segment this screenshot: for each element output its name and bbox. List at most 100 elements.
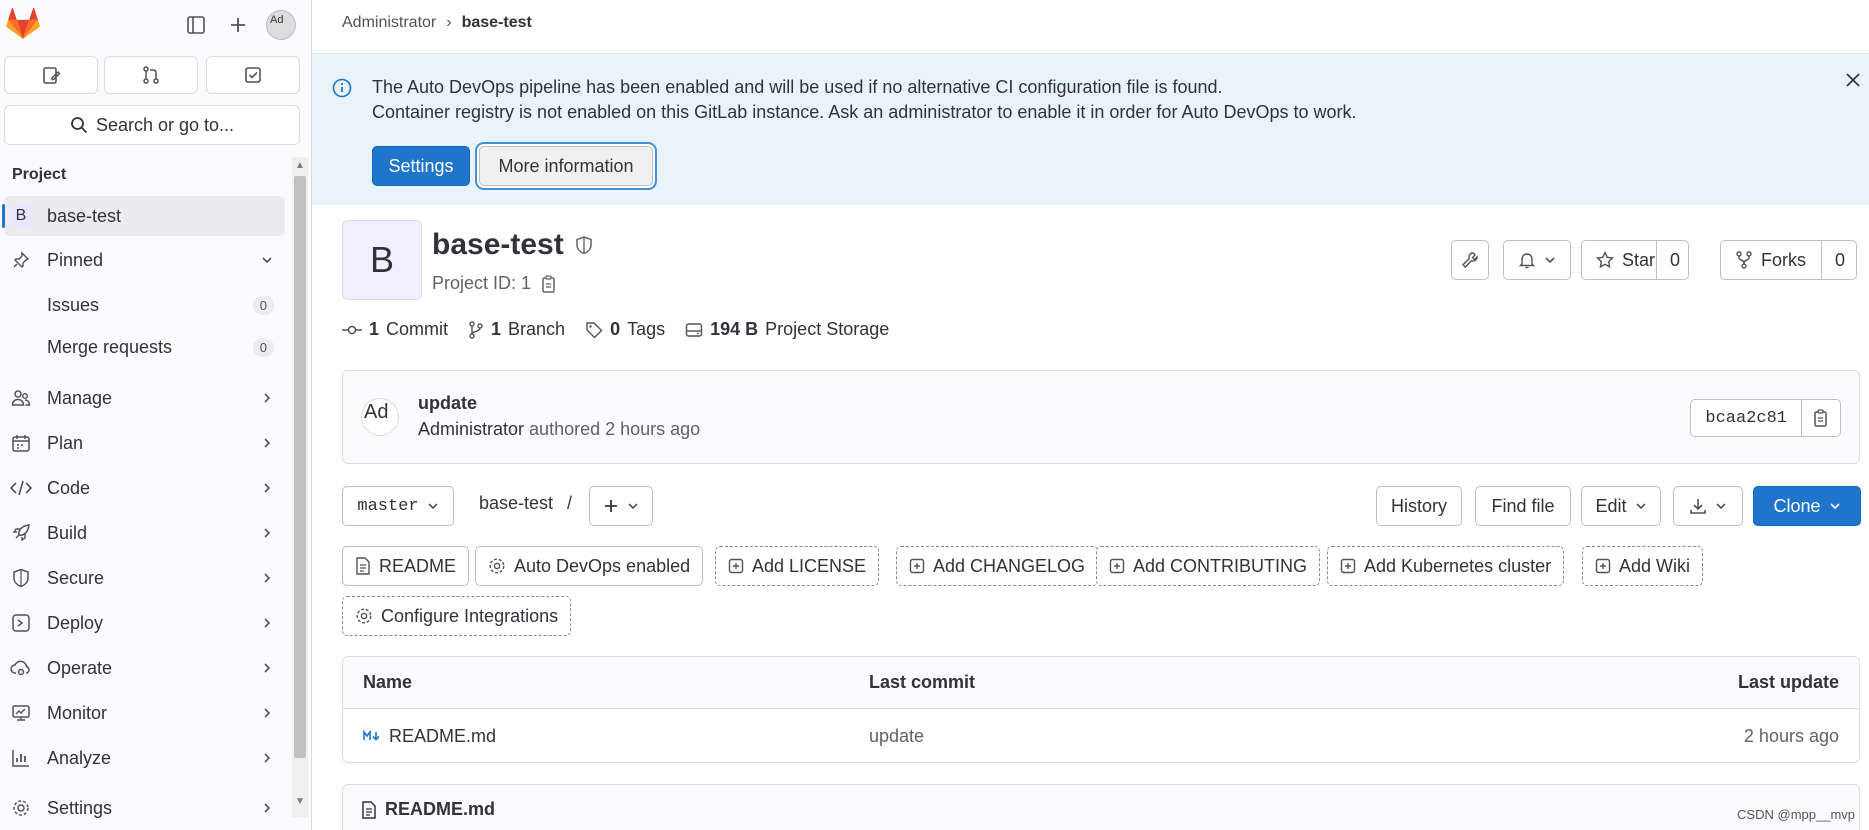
- app-window: Ad Search or go to... Project B base-tes…: [0, 0, 1869, 830]
- merge-requests-count-badge: 0: [252, 337, 274, 357]
- plus-icon: [605, 500, 617, 512]
- add-to-tree-dropdown[interactable]: [589, 486, 653, 526]
- sidebar-item-issues[interactable]: Issues 0: [0, 285, 286, 325]
- branches-stat-link[interactable]: 1 Branch: [468, 319, 565, 340]
- edit-dropdown[interactable]: Edit: [1581, 486, 1661, 526]
- commit-author-link[interactable]: Administrator: [418, 419, 524, 439]
- calendar-icon: [10, 432, 32, 454]
- watermark: CSDN @mpp__mvp: [1737, 807, 1855, 822]
- alert-message-line2: Container registry is not enabled on thi…: [372, 102, 1357, 122]
- tags-stat-link[interactable]: 0 Tags: [585, 319, 665, 340]
- rocket-icon: [10, 522, 32, 544]
- sidebar-item-manage[interactable]: Manage: [0, 378, 286, 418]
- button-label: Edit: [1595, 495, 1627, 516]
- merge-requests-button[interactable]: [104, 56, 198, 94]
- tag-icon: [586, 321, 603, 338]
- scroll-down-arrow-icon[interactable]: ▼: [294, 796, 306, 808]
- add-wiki-shortcut[interactable]: Add Wiki: [1582, 546, 1704, 586]
- readme-title-link[interactable]: README.md: [361, 799, 495, 820]
- add-contributing-shortcut[interactable]: Add CONTRIBUTING: [1096, 546, 1321, 586]
- sidebar-item-code[interactable]: Code: [0, 468, 286, 508]
- table-row[interactable]: README.md update 2 hours ago: [343, 709, 1859, 762]
- project-stats: 1 Commit 1 Branch 0 Tags 194 B Project Stora…: [342, 319, 889, 340]
- file-last-commit-link[interactable]: update: [869, 709, 924, 762]
- commit-title-link[interactable]: update: [418, 393, 477, 414]
- chevron-right-icon: [260, 751, 274, 765]
- commits-stat-link[interactable]: 1 Commit: [342, 319, 448, 340]
- project-avatar: B: [342, 220, 422, 300]
- sidebar-item-deploy[interactable]: Deploy: [0, 603, 286, 643]
- admin-settings-button[interactable]: [1451, 240, 1489, 280]
- alert-settings-button[interactable]: Settings: [372, 146, 470, 186]
- notifications-dropdown[interactable]: [1503, 240, 1571, 280]
- sidebar-item-label: Analyze: [47, 747, 112, 768]
- markdown-file-icon: [363, 730, 380, 741]
- forks-button[interactable]: Forks 0: [1720, 240, 1857, 280]
- sidebar-item-plan[interactable]: Plan: [0, 423, 286, 463]
- assigned-issues-button[interactable]: [4, 56, 98, 94]
- wrench-icon: [1462, 252, 1478, 268]
- main-content: Administrator › base-test The Auto DevOp…: [312, 0, 1869, 830]
- sidebar-item-label: Build: [47, 522, 88, 543]
- plus-square-icon: [1595, 558, 1611, 574]
- commit-icon: [342, 325, 362, 334]
- add-license-shortcut[interactable]: Add LICENSE: [715, 546, 880, 586]
- sidebar-item-label: Issues: [47, 294, 100, 315]
- copy-sha-button[interactable]: [1802, 400, 1840, 436]
- commit-sha-link[interactable]: bcaa2c81: [1691, 400, 1802, 436]
- sidebar-item-monitor[interactable]: Monitor: [0, 693, 286, 733]
- add-kubernetes-cluster-shortcut[interactable]: Add Kubernetes cluster: [1327, 546, 1565, 586]
- branch-selector[interactable]: master: [342, 486, 454, 526]
- search-button[interactable]: Search or go to...: [4, 105, 300, 145]
- sidebar-item-label: Deploy: [47, 612, 104, 633]
- forks-count: 0: [1835, 249, 1846, 270]
- project-title: base-test: [432, 228, 594, 262]
- sidebar-item-merge-requests[interactable]: Merge requests 0: [0, 327, 286, 367]
- commit-author-avatar[interactable]: Ad: [361, 398, 399, 436]
- user-avatar[interactable]: Ad: [266, 10, 296, 40]
- column-header-last-commit: Last commit: [869, 672, 976, 692]
- sidebar-item-settings[interactable]: Settings: [0, 788, 286, 828]
- chevron-right-icon: [260, 661, 274, 675]
- breadcrumb-parent-link[interactable]: Administrator: [342, 14, 436, 32]
- settings-icon: [489, 558, 505, 574]
- sidebar-item-project[interactable]: B base-test: [2, 196, 285, 236]
- readme-shortcut[interactable]: README: [342, 546, 470, 586]
- file-icon: [362, 800, 376, 819]
- configure-integrations-shortcut[interactable]: Configure Integrations: [342, 596, 572, 636]
- file-name-link[interactable]: README.md: [363, 709, 496, 762]
- todos-button[interactable]: [206, 56, 300, 94]
- sidebar-item-pinned[interactable]: Pinned: [0, 240, 286, 280]
- sidebar-scrollbar-thumb[interactable]: [294, 176, 306, 758]
- chevron-right-icon: [260, 801, 274, 815]
- cloud-gear-icon: [10, 657, 32, 679]
- visibility-shield-icon[interactable]: [574, 235, 594, 255]
- find-file-button[interactable]: Find file: [1475, 486, 1571, 526]
- copy-icon[interactable]: [541, 274, 557, 293]
- commit-meta: Administrator authored 2 hours ago: [418, 419, 700, 440]
- branch-name: master: [357, 496, 419, 516]
- auto-devops-shortcut[interactable]: Auto DevOps enabled: [475, 546, 704, 586]
- sidebar-item-secure[interactable]: Secure: [0, 558, 286, 598]
- plus-icon[interactable]: [225, 12, 251, 38]
- plus-square-icon: [1340, 558, 1356, 574]
- sidebar-item-build[interactable]: Build: [0, 513, 286, 553]
- more-information-button[interactable]: More information: [479, 146, 653, 186]
- close-icon[interactable]: [1845, 72, 1861, 88]
- storage-stat[interactable]: 194 B Project Storage: [685, 319, 889, 340]
- sidebar-item-operate[interactable]: Operate: [0, 648, 286, 688]
- add-changelog-shortcut[interactable]: Add CHANGELOG: [896, 546, 1099, 586]
- breadcrumb-current[interactable]: base-test: [462, 14, 532, 32]
- repo-path-root-link[interactable]: base-test: [479, 493, 553, 514]
- star-button[interactable]: Star 0: [1581, 240, 1689, 280]
- gitlab-logo-icon[interactable]: [6, 8, 40, 40]
- download-dropdown[interactable]: [1673, 486, 1743, 526]
- scroll-up-arrow-icon[interactable]: ▲: [294, 160, 306, 172]
- info-icon: [332, 78, 352, 98]
- star-count: 0: [1670, 249, 1681, 270]
- clone-dropdown[interactable]: Clone: [1753, 486, 1861, 526]
- sidebar-toggle-icon[interactable]: [183, 12, 209, 38]
- chevron-down-icon: [260, 253, 274, 267]
- sidebar-item-analyze[interactable]: Analyze: [0, 738, 286, 778]
- history-button[interactable]: History: [1376, 486, 1462, 526]
